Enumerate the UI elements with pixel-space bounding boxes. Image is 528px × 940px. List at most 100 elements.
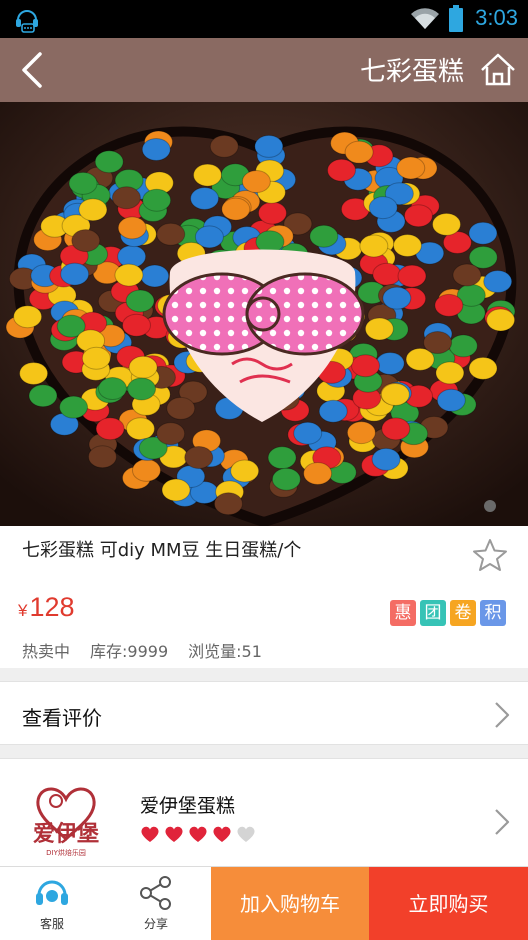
wifi-icon (410, 7, 440, 35)
candy (19, 361, 49, 385)
chevron-right-icon (492, 807, 512, 841)
candy (128, 355, 158, 379)
shop-logo: 爱伊堡 DIY烘焙乐园 (16, 779, 116, 861)
candy (68, 171, 98, 195)
candy (309, 224, 339, 248)
candy (60, 262, 90, 286)
views-label: 浏览量:51 (188, 642, 262, 661)
add-to-cart-button[interactable]: 加入购物车 (211, 867, 369, 940)
candy (255, 230, 285, 254)
heart-filled-icon (213, 826, 231, 842)
candy (209, 134, 239, 158)
candy (435, 361, 465, 385)
candy (327, 158, 357, 182)
candy (486, 308, 516, 332)
product-price: ¥128 (18, 592, 75, 623)
candy (381, 417, 411, 441)
tag-discount: 惠 (390, 600, 416, 626)
shop-row[interactable]: 爱伊堡 DIY烘焙乐园 爱伊堡蛋糕 (0, 758, 528, 868)
notification-headset-icon (14, 6, 40, 38)
price-value: 128 (29, 592, 75, 622)
chevron-right-icon (492, 700, 512, 734)
candy (156, 422, 186, 446)
candy (351, 354, 381, 378)
candy (434, 293, 464, 317)
customer-service-label: 客服 (39, 917, 64, 931)
candy (156, 222, 186, 246)
product-image[interactable] (0, 102, 528, 526)
battery-icon (448, 5, 464, 37)
candy (13, 305, 43, 329)
candy (423, 331, 453, 355)
candy (318, 399, 348, 423)
candy (448, 334, 478, 358)
customer-service-button[interactable]: 客服 (0, 867, 104, 940)
view-reviews-row[interactable]: 查看评价 (0, 681, 528, 745)
candy (254, 134, 284, 158)
share-icon (140, 876, 171, 910)
title-bar: 七彩蛋糕 (0, 38, 528, 102)
candy (193, 163, 223, 187)
candy (452, 263, 482, 287)
view-reviews-label: 查看评价 (22, 706, 102, 730)
candy (81, 346, 111, 370)
carousel-indicator (484, 500, 496, 512)
candy (257, 201, 287, 225)
tag-coupon: 卷 (450, 600, 476, 626)
candy (359, 234, 389, 258)
candy (468, 221, 498, 245)
candy (94, 150, 124, 174)
buy-now-button[interactable]: 立即购买 (369, 867, 528, 940)
candy (78, 198, 108, 222)
heart-filled-icon (141, 826, 159, 842)
candy (368, 196, 398, 220)
candy (397, 264, 427, 288)
page-title: 七彩蛋糕 (359, 57, 464, 87)
hot-selling-label: 热卖中 (22, 642, 71, 661)
candy (131, 458, 161, 482)
candy (375, 351, 405, 375)
candy (241, 170, 271, 194)
product-name: 七彩蛋糕 可diy MM豆 生日蛋糕/个 (22, 540, 302, 561)
candy (161, 478, 191, 502)
heart-filled-icon (165, 826, 183, 842)
candy (213, 492, 243, 516)
share-button[interactable]: 分享 (104, 867, 208, 940)
candy (166, 396, 196, 420)
candy (190, 187, 220, 211)
candy (271, 467, 301, 491)
candy (59, 395, 89, 419)
candy (87, 445, 117, 469)
product-info: 七彩蛋糕 可diy MM豆 生日蛋糕/个 ¥128 惠 团 卷 积 热卖中 库存… (0, 526, 528, 668)
candy (396, 156, 426, 180)
candy (483, 270, 513, 294)
candy (221, 197, 251, 221)
heart-empty-icon (237, 826, 255, 842)
candy (230, 459, 260, 483)
candy (468, 356, 498, 380)
candy (382, 286, 412, 310)
heart-filled-icon (189, 826, 207, 842)
status-time: 3:03 (475, 5, 518, 30)
tag-group-buy: 团 (420, 600, 446, 626)
shop-rating (140, 825, 256, 843)
back-chevron-left-icon[interactable] (16, 50, 48, 94)
home-icon[interactable] (478, 50, 518, 94)
shop-logo-text: 爱伊堡 (33, 821, 99, 847)
candy (121, 313, 151, 337)
stock-label: 库存:9999 (90, 642, 169, 661)
candy (95, 417, 125, 441)
bottom-action-bar: 客服 分享 加入购物车 立即购买 (0, 866, 528, 940)
cake-illustration (0, 102, 528, 526)
candy (125, 417, 155, 441)
currency-symbol: ¥ (18, 601, 28, 620)
candy (184, 445, 214, 469)
candy (28, 384, 58, 408)
candy (97, 377, 127, 401)
candy (372, 262, 402, 286)
share-label: 分享 (143, 917, 168, 931)
headset-icon (36, 880, 68, 905)
favorite-star-icon[interactable] (472, 538, 508, 576)
candy (127, 377, 157, 401)
candy (267, 446, 297, 470)
